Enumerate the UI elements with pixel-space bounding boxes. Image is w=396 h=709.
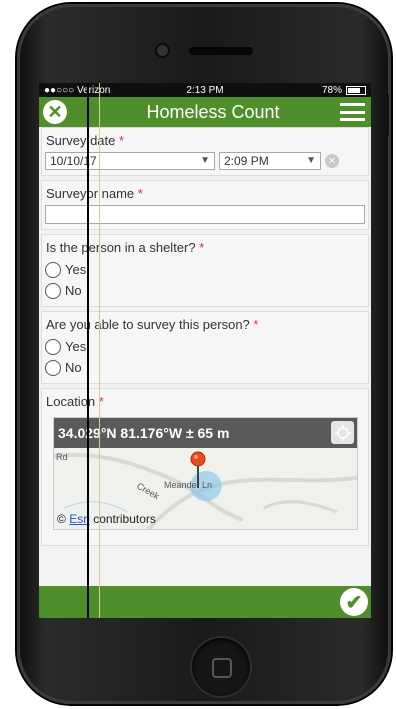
radio-button[interactable] — [45, 282, 61, 299]
radio-button[interactable] — [45, 338, 61, 355]
able-to-survey-label: Are you able to survey this person? * — [46, 317, 259, 332]
radio-option-no[interactable]: No — [45, 280, 365, 301]
survey-date-label: Survey date * — [46, 133, 125, 148]
battery-icon — [346, 85, 366, 95]
time-select[interactable]: 2:09 PM ▼ — [219, 152, 321, 170]
date-value: 10/10/17 — [50, 154, 97, 168]
road-label: Rd — [56, 452, 68, 462]
locate-icon — [334, 424, 351, 441]
radio-option-yes[interactable]: Yes — [45, 259, 365, 280]
earpiece-speaker — [189, 47, 253, 55]
coordinates-text: 34.029°N 81.176°W ± 65 m — [58, 425, 230, 441]
radio-button[interactable] — [45, 359, 61, 376]
surveyor-name-label: Surveyor name * — [46, 186, 143, 201]
map-attribution: © Esri contributors — [57, 512, 156, 526]
overlay-line — [99, 83, 100, 618]
surveyor-name-input[interactable] — [45, 205, 365, 224]
map-pin-icon — [190, 451, 206, 488]
close-icon: ✕ — [47, 102, 63, 122]
locate-button[interactable] — [331, 421, 354, 444]
radio-option-yes[interactable]: Yes — [45, 336, 365, 357]
location-label: Location * — [46, 394, 104, 409]
radio-button[interactable] — [45, 261, 61, 278]
chevron-down-icon: ▼ — [306, 155, 316, 166]
home-button[interactable] — [192, 638, 250, 696]
checkmark-icon: ✔ — [345, 591, 363, 614]
front-camera — [157, 45, 168, 56]
survey-date-card: Survey date * 10/10/17 ▼ 2:09 PM ▼ ✕ — [41, 127, 369, 176]
side-button — [385, 94, 389, 136]
menu-icon — [340, 103, 365, 106]
able-to-survey-card: Are you able to survey this person? * Ye… — [41, 311, 369, 384]
time-value: 2:09 PM — [224, 154, 269, 168]
shelter-label: Is the person in a shelter? * — [46, 240, 205, 255]
radio-option-no[interactable]: No — [45, 357, 365, 378]
location-card: Location * 34.029°N 81.176°W ± 65 m Rd C… — [41, 388, 369, 546]
chevron-down-icon: ▼ — [200, 155, 210, 166]
clear-icon[interactable]: ✕ — [325, 154, 339, 168]
submit-button[interactable]: ✔ — [340, 588, 368, 616]
shelter-card: Is the person in a shelter? * Yes No — [41, 234, 369, 307]
overlay-line — [87, 83, 89, 618]
surveyor-name-card: Surveyor name * — [41, 180, 369, 230]
menu-button[interactable] — [340, 103, 365, 121]
date-select[interactable]: 10/10/17 ▼ — [45, 152, 215, 170]
close-button[interactable]: ✕ — [43, 100, 67, 124]
